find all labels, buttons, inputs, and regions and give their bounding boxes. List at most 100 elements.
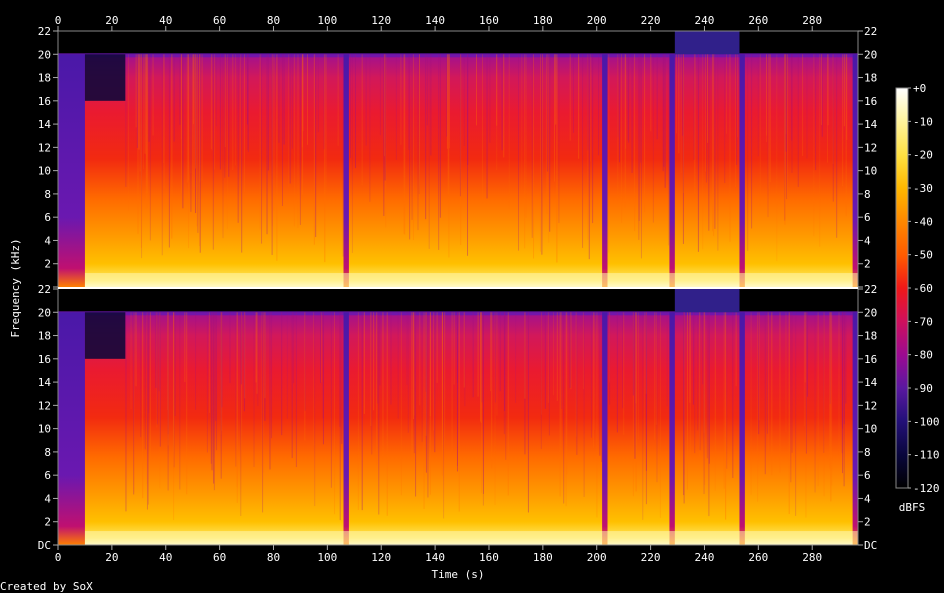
texture-stripe	[442, 312, 444, 464]
y-tick-label: 14	[38, 118, 52, 131]
texture-stripe	[419, 312, 421, 406]
texture-stripe	[142, 54, 144, 170]
colorbar: +0 -10 -20 -30 -40 -50 -60 -70 -80 -90 -100 -110 -12…	[895, 82, 940, 495]
texture-stripe	[222, 54, 224, 239]
texture-stripe	[590, 54, 592, 162]
texture-stripe	[507, 312, 509, 496]
texture-stripe	[243, 54, 245, 192]
texture-stripe	[836, 54, 838, 238]
texture-stripe	[376, 312, 378, 466]
y-tick-label: 4	[44, 492, 51, 505]
texture-stripe	[148, 54, 150, 142]
texture-stripe	[436, 312, 438, 383]
texture-stripe	[273, 54, 275, 211]
texture-stripe	[168, 54, 170, 248]
texture-stripe	[504, 312, 506, 411]
texture-stripe	[179, 54, 181, 125]
texture-stripe	[261, 312, 263, 466]
texture-stripe	[330, 312, 332, 488]
y-tick-label: 20	[38, 48, 51, 61]
texture-stripe	[281, 312, 283, 436]
texture-stripe	[736, 54, 738, 138]
texture-stripe	[765, 54, 767, 143]
texture-stripe	[623, 312, 625, 435]
quiet-segment	[602, 312, 608, 545]
x-tick-label-top: 200	[587, 14, 607, 27]
texture-stripe	[180, 54, 182, 140]
texture-stripe	[852, 312, 854, 403]
texture-stripe	[383, 54, 385, 216]
texture-stripe	[411, 312, 413, 462]
texture-stripe	[186, 312, 188, 495]
texture-stripe	[654, 312, 656, 440]
texture-stripe	[413, 312, 415, 420]
texture-stripe	[195, 312, 197, 410]
texture-stripe	[339, 312, 341, 521]
intro-notch	[84, 312, 126, 359]
texture-stripe	[735, 312, 737, 387]
texture-stripe	[171, 54, 173, 239]
texture-stripe	[415, 312, 417, 497]
texture-stripe	[253, 312, 255, 468]
x-axis-label: Time (s)	[432, 568, 485, 581]
texture-stripe	[540, 312, 542, 450]
texture-stripe	[438, 54, 440, 250]
texture-stripe	[197, 54, 199, 233]
texture-stripe	[458, 312, 460, 512]
texture-stripe	[302, 54, 304, 196]
y-tick-label-right: 14	[864, 118, 878, 131]
texture-stripe	[467, 54, 469, 165]
texture-stripe	[269, 312, 271, 470]
texture-stripe	[717, 54, 719, 251]
x-tick-label-top: 120	[371, 14, 391, 27]
channel-2-spectrogram	[58, 289, 858, 545]
texture-stripe	[144, 54, 146, 154]
texture-stripe	[750, 312, 752, 495]
texture-stripe	[430, 54, 432, 156]
texture-stripe	[576, 312, 578, 455]
y-tick-label-right: 12	[864, 399, 877, 412]
texture-stripe	[314, 312, 316, 507]
texture-stripe	[544, 312, 546, 409]
texture-stripe	[144, 312, 146, 450]
texture-stripe	[406, 312, 408, 385]
texture-stripe	[128, 54, 130, 211]
quiet-segment	[852, 312, 858, 545]
texture-stripe	[817, 312, 819, 487]
texture-stripe	[618, 54, 620, 163]
y-tick-label-right: 20	[864, 48, 877, 61]
texture-stripe	[155, 312, 157, 388]
texture-stripe	[807, 312, 809, 397]
texture-stripe	[421, 312, 423, 442]
quiet-segment	[58, 54, 85, 287]
texture-stripe	[558, 54, 560, 223]
quiet-segment	[602, 54, 608, 287]
texture-stripe	[256, 312, 258, 394]
texture-stripe	[361, 312, 363, 511]
texture-stripe	[785, 54, 787, 152]
texture-stripe	[293, 312, 295, 384]
texture-stripe	[759, 54, 761, 207]
texture-stripe	[678, 54, 680, 154]
texture-stripe	[293, 54, 295, 227]
texture-stripe	[271, 312, 273, 439]
y-tick-label-right: 20	[864, 306, 877, 319]
texture-stripe	[505, 312, 507, 460]
colorbar-tick-label: -40	[913, 215, 933, 228]
texture-stripe	[686, 312, 688, 490]
texture-stripe	[638, 54, 640, 240]
texture-stripe	[531, 54, 533, 238]
texture-stripe	[767, 312, 769, 452]
texture-stripe	[582, 54, 584, 248]
texture-stripe	[747, 54, 749, 252]
y-tick-label: 20	[38, 306, 51, 319]
texture-stripe	[563, 312, 565, 504]
texture-stripe	[173, 312, 175, 470]
texture-stripe	[555, 54, 557, 125]
texture-stripe	[802, 54, 804, 157]
texture-stripe	[282, 54, 284, 145]
texture-stripe	[784, 54, 786, 225]
texture-stripe	[371, 312, 373, 455]
texture-stripe	[337, 54, 339, 146]
texture-stripe	[427, 312, 429, 498]
